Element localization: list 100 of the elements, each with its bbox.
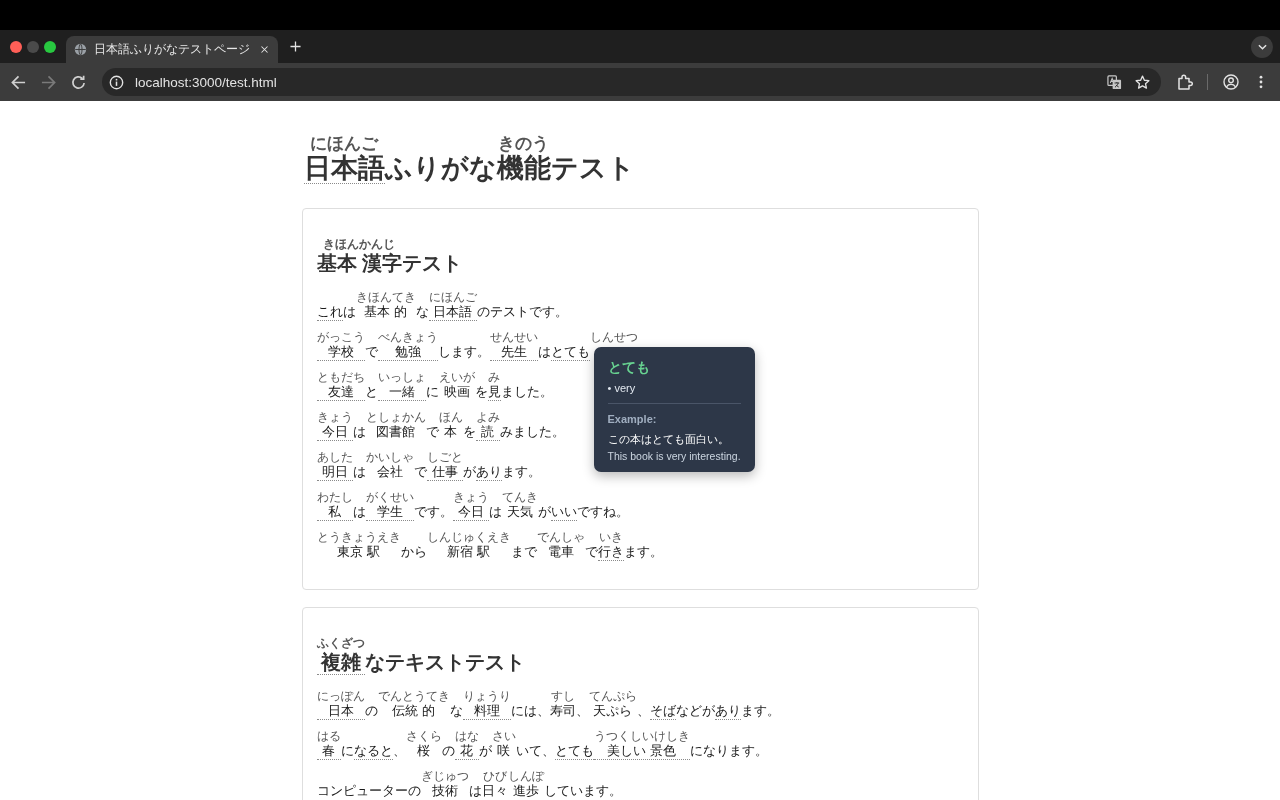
- sentence-text: です。: [413, 504, 453, 521]
- sentence-text: な: [415, 304, 429, 321]
- furigana-text: にっぽん: [316, 690, 365, 703]
- underlined-word[interactable]: 一緒: [377, 384, 426, 401]
- underlined-word[interactable]: 日本語: [428, 304, 477, 321]
- sentence-text: 、: [575, 703, 589, 720]
- profile-icon[interactable]: [1223, 74, 1239, 90]
- plus-icon[interactable]: [290, 41, 301, 52]
- underlined-word[interactable]: 日本: [316, 703, 365, 720]
- underlined-word[interactable]: 読: [475, 424, 500, 441]
- sentence-text: 、: [636, 703, 650, 720]
- underlined-word[interactable]: 友達: [316, 384, 365, 401]
- translate-icon[interactable]: [1107, 74, 1122, 90]
- furigana-text: ふくざつ: [316, 636, 365, 650]
- sentence-text: まで: [510, 544, 537, 561]
- furigana-text: きほんてき: [355, 291, 416, 304]
- underlined-word[interactable]: 仕事: [426, 464, 463, 481]
- underlined-word[interactable]: 学校: [316, 344, 365, 361]
- sentence-text: に: [425, 384, 439, 401]
- address-bar[interactable]: localhost:3000/test.html: [102, 68, 1161, 96]
- info-icon[interactable]: [109, 74, 124, 90]
- tab-list-button[interactable]: [1251, 35, 1273, 58]
- sentence-text: ました。: [500, 384, 553, 401]
- furigana-text: ともだち: [316, 371, 365, 384]
- sentence-text: 進歩: [511, 783, 540, 800]
- sentence-text: に: [340, 743, 354, 760]
- furigana-text: りょうり: [462, 690, 511, 703]
- underlined-word[interactable]: 私: [316, 504, 353, 521]
- sentence-text: いて、: [515, 743, 555, 760]
- sentence-text: は: [352, 464, 366, 481]
- sentence-text: 図書館: [375, 424, 416, 441]
- furigana-text: かいしゃ: [365, 451, 414, 464]
- title-text: ふりがな: [384, 153, 497, 184]
- sentence-text: の: [441, 743, 455, 760]
- star-icon[interactable]: [1135, 74, 1150, 90]
- underlined-word[interactable]: 今日: [452, 504, 489, 521]
- sentence-text: と: [364, 384, 378, 401]
- underlined-word[interactable]: 日本語: [303, 153, 385, 184]
- furigana-text: てんき: [501, 491, 538, 504]
- back-arrow-icon[interactable]: [11, 74, 26, 90]
- sentence-text: の: [364, 703, 378, 720]
- sentence-text: には、: [510, 703, 550, 720]
- furigana-text: でんとうてき: [377, 690, 450, 703]
- furigana-text: しんぽ: [507, 770, 544, 783]
- sentence-text: ます。: [623, 544, 663, 561]
- close-window-icon[interactable]: [10, 40, 22, 53]
- example-translation: This book is very interesting.: [607, 449, 741, 463]
- underlined-word[interactable]: 先生: [489, 344, 538, 361]
- underlined-word[interactable]: そば: [649, 703, 676, 720]
- sentence-text: 天気: [505, 504, 534, 521]
- furigana-text: きょう: [316, 411, 353, 424]
- furigana-text: べんきょう: [377, 331, 438, 344]
- underlined-word[interactable]: 今日: [316, 424, 353, 441]
- furigana-text: にほんご: [309, 135, 380, 153]
- underlined-word[interactable]: とても: [550, 344, 590, 361]
- furigana-text: うつくしいけしき: [593, 730, 690, 743]
- sentence-text: を: [462, 424, 476, 441]
- zoom-window-icon[interactable]: [44, 40, 56, 53]
- sentence-text: で: [364, 344, 378, 361]
- furigana-text: としょかん: [365, 411, 426, 424]
- sentence-text: で: [413, 464, 427, 481]
- underlined-word[interactable]: 勉強: [377, 344, 438, 361]
- sentence-text: ですね。: [576, 504, 629, 521]
- underlined-word[interactable]: とても: [554, 743, 594, 760]
- underlined-word[interactable]: あり: [714, 703, 741, 720]
- underlined-word[interactable]: 見: [487, 384, 501, 401]
- underlined-word[interactable]: 複雑: [316, 650, 365, 675]
- furigana-text: てんぷら: [588, 690, 637, 703]
- underlined-word[interactable]: 春: [316, 743, 341, 760]
- sentence-text: を: [474, 384, 488, 401]
- furigana-text: ぎじゅつ: [420, 770, 469, 783]
- underlined-word[interactable]: 明日: [316, 464, 353, 481]
- furigana-text: いっしょ: [377, 371, 426, 384]
- reload-icon[interactable]: [71, 74, 86, 90]
- sentence-text: 日々: [481, 783, 508, 800]
- underlined-word[interactable]: なると: [353, 743, 393, 760]
- underlined-word[interactable]: 料理: [462, 703, 511, 720]
- furigana-text: ひび: [481, 770, 508, 783]
- sentence-text: が: [462, 464, 476, 481]
- underlined-word[interactable]: 花: [454, 743, 479, 760]
- puzzle-icon[interactable]: [1177, 74, 1193, 90]
- sentence-text: で: [425, 424, 439, 441]
- sentence-text: ます。: [740, 703, 780, 720]
- underlined-word[interactable]: いい: [550, 504, 577, 521]
- sentence-text: 天ぷら: [592, 703, 633, 720]
- furigana-text: はな: [454, 730, 479, 743]
- underlined-word[interactable]: あり: [475, 464, 502, 481]
- underlined-word[interactable]: これ: [316, 304, 343, 321]
- sentence-text: は: [352, 424, 366, 441]
- sentence-text: みました。: [499, 424, 565, 441]
- sentence-text: ます。: [501, 464, 541, 481]
- browser-tab[interactable]: 日本語ふりがなテストページ: [66, 36, 278, 63]
- sentence-text: が: [478, 743, 492, 760]
- sentence-text: 、: [392, 743, 406, 760]
- underlined-word[interactable]: 学生: [365, 504, 414, 521]
- underlined-word[interactable]: 行き: [597, 544, 624, 561]
- sentence-text: 映画: [442, 384, 471, 401]
- close-icon[interactable]: [260, 45, 269, 54]
- kebab-menu-icon[interactable]: [1259, 75, 1263, 89]
- underlined-word[interactable]: 美しい 景色: [593, 743, 690, 760]
